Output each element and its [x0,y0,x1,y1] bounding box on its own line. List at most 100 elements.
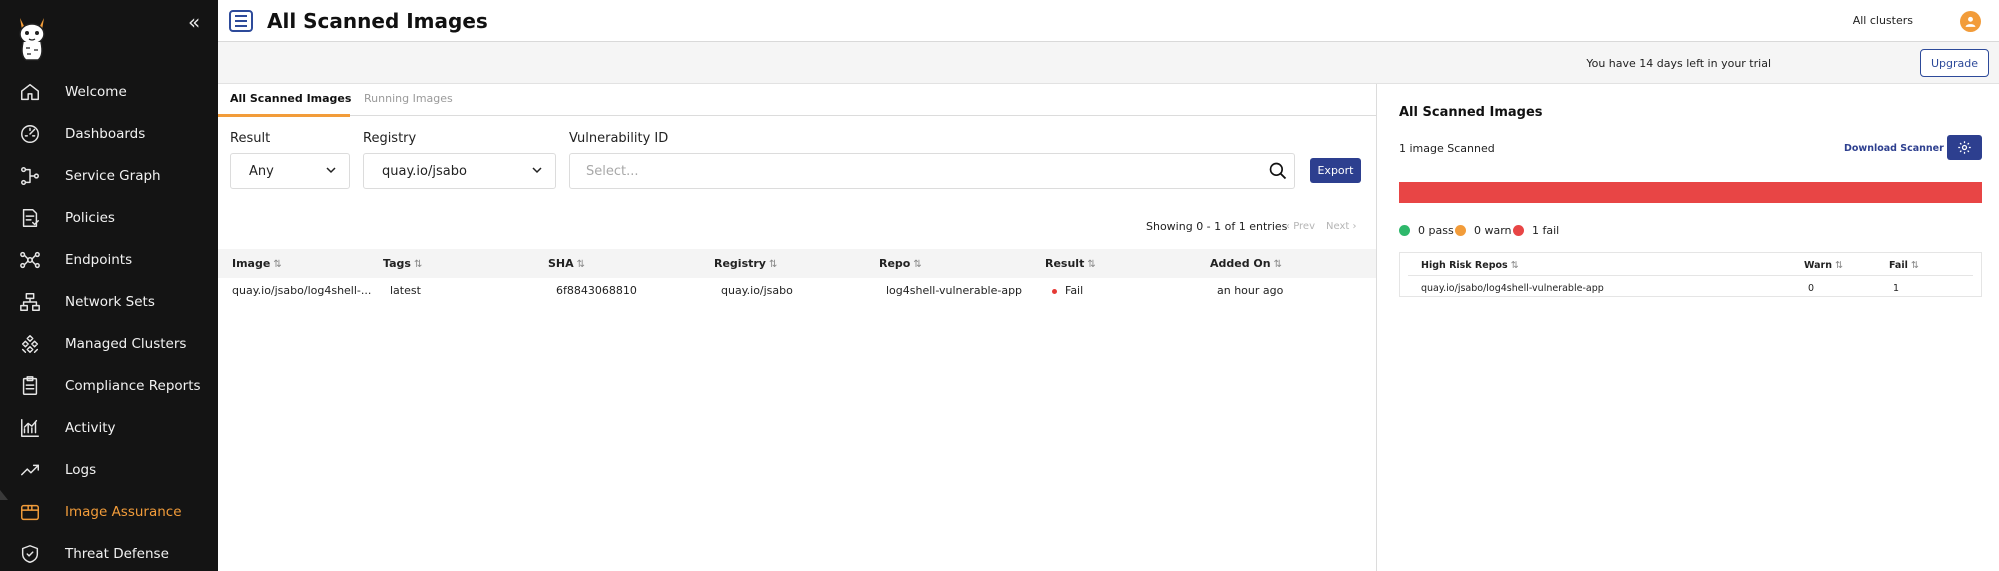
sidebar-item-managed-clusters[interactable]: Managed Clusters [0,323,218,365]
registry-select[interactable]: quay.io/jsabo [363,153,556,189]
chevron-down-icon [532,167,542,174]
cluster-selector[interactable]: All clusters [1853,14,1913,27]
page-title: All Scanned Images [267,9,488,33]
sidebar-item-label: Dashboards [65,126,146,142]
cell-registry: quay.io/jsabo [721,284,793,297]
endpoints-icon [18,248,42,272]
registry-select-value: quay.io/jsabo [382,163,467,179]
sidebar-item-label: Endpoints [65,252,133,268]
warn-dot [1455,225,1466,236]
cell-sha: 6f8843068810 [556,284,637,297]
fail-dot [1513,225,1524,236]
sidebar-item-label: Managed Clusters [65,336,187,352]
column-header-registry[interactable]: Registry ⇅ [714,257,777,270]
column-header-tags[interactable]: Tags ⇅ [383,257,422,270]
gear-icon [1958,141,1971,154]
settings-button[interactable] [1947,135,1982,160]
column-header-high-risk-repos[interactable]: High Risk Repos ⇅ [1421,260,1519,271]
chevron-down-icon [326,167,336,174]
sort-icon: ⇅ [1910,260,1919,271]
shield-icon [18,542,42,566]
export-button[interactable]: Export [1310,158,1361,183]
scanned-count: 1 image Scanned [1399,142,1495,155]
table-header: Image ⇅ Tags ⇅ SHA ⇅ Registry ⇅ Repo ⇅ Result… [218,249,1376,278]
column-header-added-on[interactable]: Added On ⇅ [1210,257,1282,270]
policies-icon [18,206,42,230]
summary-panel: All Scanned Images 1 image Scanned Downl… [1377,84,1999,571]
cell-repo: log4shell-vulnerable-app [886,284,1023,297]
upgrade-button[interactable]: Upgrade [1920,49,1989,77]
sidebar-item-label: Network Sets [65,294,155,310]
box-icon [18,500,42,524]
cell-repo: quay.io/jsabo/log4shell-vulnerable-app [1421,283,1604,294]
sidebar-nav: Welcome Dashboards Service Graph Policie… [0,71,218,571]
sidebar-item-image-assurance[interactable]: Image Assurance [0,491,218,533]
download-scanner-link[interactable]: Download Scanner [1844,143,1944,154]
user-avatar-icon[interactable] [1960,11,1981,32]
sidebar-item-compliance-reports[interactable]: Compliance Reports [0,365,218,407]
legend-warn: 0 warn [1455,224,1512,237]
sidebar-item-label: Compliance Reports [65,378,201,394]
sort-icon: ⇅ [1835,260,1843,271]
high-risk-repos-table: High Risk Repos ⇅ Warn ⇅ Fail ⇅ quay.io/jsa… [1399,252,1982,297]
trial-text: You have 14 days left in your trial [1586,57,1771,70]
sidebar-item-threat-defense[interactable]: Threat Defense [0,533,218,571]
sidebar-item-label: Welcome [65,84,127,100]
collapse-sidebar-icon[interactable]: « [188,12,200,32]
scan-result-bar [1399,182,1982,203]
entries-count: Showing 0 - 1 of 1 entries [1146,220,1288,233]
column-header-warn[interactable]: Warn ⇅ [1804,260,1843,271]
sort-icon: ⇅ [1087,259,1096,270]
divider [1408,275,1973,276]
registry-filter-label: Registry [363,131,417,146]
next-button[interactable]: Next › [1326,221,1356,232]
sort-icon: ⇅ [273,259,282,270]
dashboard-icon [18,122,42,146]
sidebar-item-welcome[interactable]: Welcome [0,71,218,113]
sidebar-item-policies[interactable]: Policies [0,197,218,239]
active-tab-underline [218,114,350,117]
menu-icon[interactable] [229,10,253,32]
tab-running-images[interactable]: Running Images [364,92,453,105]
result-select[interactable]: Any [230,153,350,189]
sort-icon: ⇅ [913,259,922,270]
tab-all-scanned-images[interactable]: All Scanned Images [230,92,351,105]
sidebar-item-network-sets[interactable]: Network Sets [0,281,218,323]
sidebar-item-label: Logs [65,462,97,478]
sidebar-item-dashboards[interactable]: Dashboards [0,113,218,155]
cell-fail: 1 [1893,283,1900,294]
panel-title: All Scanned Images [1399,105,1543,120]
column-header-sha[interactable]: SHA ⇅ [548,257,585,270]
sidebar-item-label: Policies [65,210,115,226]
service-graph-icon [18,164,42,188]
column-header-image[interactable]: Image ⇅ [232,257,282,270]
sidebar-item-activity[interactable]: Activity [0,407,218,449]
top-header: All Scanned Images All clusters [218,0,1999,42]
sidebar-item-service-graph[interactable]: Service Graph [0,155,218,197]
column-header-repo[interactable]: Repo ⇅ [879,257,922,270]
tiger-logo-icon[interactable] [12,12,52,62]
tab-bar: All Scanned Images Running Images [218,84,1376,117]
vulnerability-id-label: Vulnerability ID [569,131,669,146]
search-icon[interactable] [1268,161,1288,181]
cell-added-on: an hour ago [1217,284,1284,297]
sidebar-item-label: Service Graph [65,168,161,184]
cell-result: Fail [1052,284,1083,297]
sidebar-item-endpoints[interactable]: Endpoints [0,239,218,281]
result-select-value: Any [249,163,274,179]
legend-pass: 0 pass [1399,224,1454,237]
sidebar-item-label: Activity [65,420,116,436]
legend-fail: 1 fail [1513,224,1559,237]
prev-label: Prev [1293,221,1316,232]
sidebar: « Welcome Dashboards Service Graph Polic… [0,0,218,571]
sidebar-item-logs[interactable]: Logs [0,449,218,491]
vulnerability-id-input[interactable] [569,153,1295,189]
clipboard-icon [18,374,42,398]
column-header-result[interactable]: Result ⇅ [1045,257,1096,270]
sort-icon: ⇅ [1273,259,1282,270]
result-filter-label: Result [230,131,271,146]
sort-icon: ⇅ [1510,260,1519,271]
column-header-fail[interactable]: Fail ⇅ [1889,260,1919,271]
logs-icon [18,458,42,482]
prev-button[interactable]: ‹ Prev [1286,221,1315,232]
